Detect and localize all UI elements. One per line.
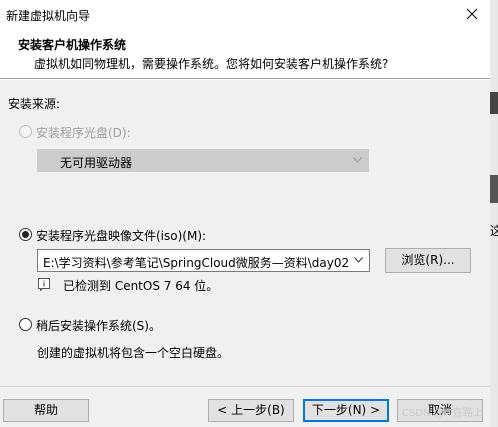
new-vm-wizard-dialog: 新建虚拟机向导 安装客户机操作系统 虚拟机如同物理机，需要操作系统。您将如何安装… [0, 0, 490, 427]
disc-drive-value: 无可用驱动器 [60, 156, 133, 170]
back-button[interactable]: < 上一步(B) [208, 399, 294, 422]
iso-path-combobox[interactable]: E:\学习资料\参考笔记\SpringCloud微服务—资料\day02-D [37, 249, 370, 272]
chevron-down-icon[interactable] [354, 257, 363, 263]
install-later-description: 创建的虚拟机将包含一个空白硬盘。 [37, 346, 230, 360]
install-source-label: 安装来源: [8, 97, 61, 111]
header-divider-highlight [0, 79, 490, 80]
detected-os-text: 已检测到 CentOS 7 64 位。 [63, 279, 219, 293]
disc-radio-label: 安装程序光盘(D): [36, 126, 131, 140]
title-bar: 新建虚拟机向导 [0, 0, 490, 30]
disc-radio[interactable] [19, 125, 32, 138]
chevron-down-icon [353, 157, 362, 163]
footer-divider [0, 386, 490, 387]
help-button[interactable]: 帮助 [3, 399, 89, 422]
background-window-strip: 这 [490, 0, 498, 427]
install-later-radio[interactable] [19, 318, 32, 331]
disc-drive-dropdown[interactable]: 无可用驱动器 [37, 149, 369, 172]
window-title: 新建虚拟机向导 [6, 9, 91, 23]
background-fragment [490, 92, 498, 114]
iso-radio[interactable] [19, 228, 32, 241]
page-subtitle: 虚拟机如同物理机，需要操作系统。您将如何安装客户机操作系统? [34, 57, 389, 71]
close-icon [466, 8, 478, 20]
iso-path-value: E:\学习资料\参考笔记\SpringCloud微服务—资料\day02-D [43, 256, 348, 270]
install-later-radio-label: 稍后安装操作系统(S)。 [36, 319, 161, 333]
next-button[interactable]: 下一步(N) > [303, 399, 389, 422]
wizard-header: 安装客户机操作系统 虚拟机如同物理机，需要操作系统。您将如何安装客户机操作系统? [0, 30, 490, 78]
background-fragment [490, 175, 498, 203]
browse-button[interactable]: 浏览(R)... [385, 248, 471, 273]
info-icon [38, 278, 50, 291]
close-button[interactable] [455, 0, 490, 30]
iso-radio-label: 安装程序光盘映像文件(iso)(M): [36, 229, 207, 243]
page-title: 安装客户机操作系统 [18, 38, 127, 52]
background-text-fragment: 这 [490, 224, 498, 238]
watermark: CSDN @IT在路上 [402, 408, 483, 419]
